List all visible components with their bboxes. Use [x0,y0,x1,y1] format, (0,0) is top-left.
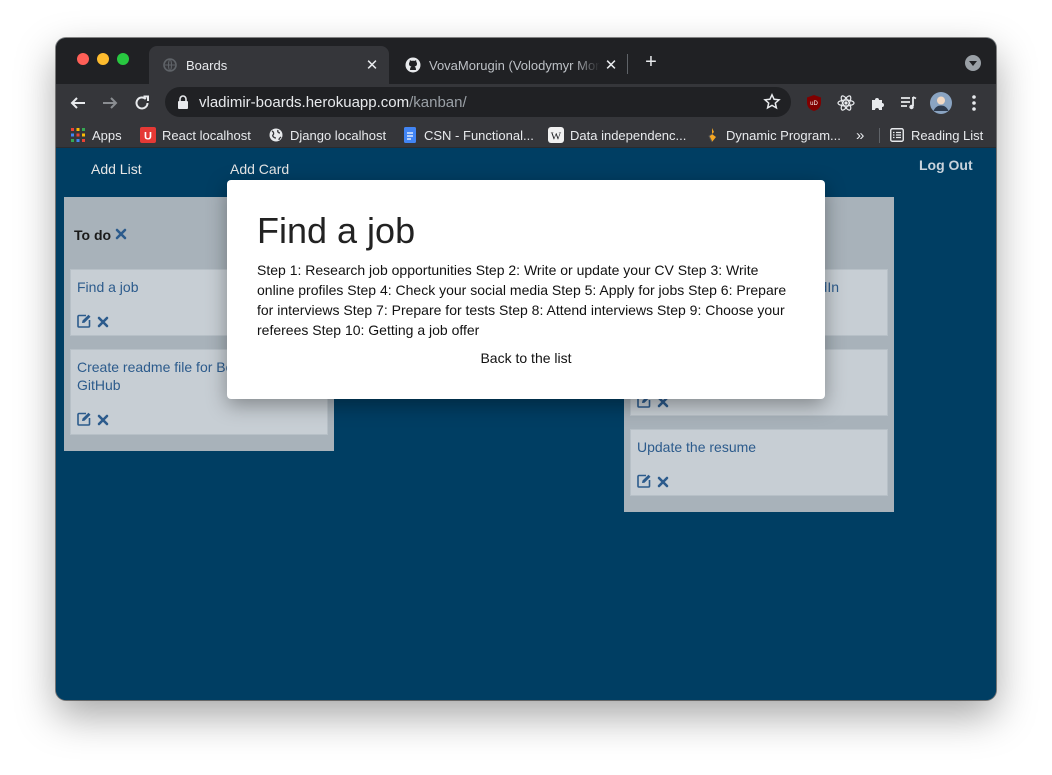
url-host: vladimir-boards.herokuapp.com [199,93,410,111]
bookmark-csn-functional[interactable]: CSN - Functional... [402,122,534,148]
lock-icon [177,95,189,109]
browser-window: Boards ✕ VovaMorugin (Volodymyr Morugin)… [56,38,996,700]
bookmarks-overflow-button[interactable]: » [856,122,864,148]
back-to-list-link[interactable]: Back to the list [227,350,825,366]
globe-icon [268,127,284,143]
tab-title: VovaMorugin (Volodymyr Morugin) [429,57,600,73]
dynamic-programming-icon [704,127,720,143]
forward-arrow-icon[interactable] [97,90,123,116]
bookmark-label: React localhost [162,127,251,143]
browser-toolbar: vladimir-boards.herokuapp.com/kanban/ uD [56,84,996,122]
globe-icon [162,57,178,73]
bookmark-star-icon[interactable] [763,93,781,116]
minimize-window-button[interactable] [97,53,109,65]
ublock-origin-icon[interactable]: uD [803,92,825,114]
new-tab-button[interactable]: + [640,51,662,73]
browser-menu-icon[interactable] [963,92,985,114]
tab-github[interactable]: VovaMorugin (Volodymyr Morugin) ✕ [392,46,628,84]
bookmark-apps[interactable]: Apps [70,122,122,148]
profile-avatar[interactable] [930,92,952,114]
docs-icon [402,127,418,143]
bookmark-label: Django localhost [290,127,387,143]
address-bar[interactable]: vladimir-boards.herokuapp.com/kanban/ [165,87,791,117]
modal-title: Find a job [257,210,416,251]
bookmark-label: CSN - Functional... [424,127,534,143]
close-window-button[interactable] [77,53,89,65]
tab-strip: Boards ✕ VovaMorugin (Volodymyr Morugin)… [56,38,996,84]
bookmark-react-localhost[interactable]: U React localhost [140,122,251,148]
reading-list-icon [889,127,905,143]
bookmark-label: Dynamic Program... [726,127,841,143]
close-tab-icon[interactable]: ✕ [600,56,622,74]
bookmark-dynamic-programming[interactable]: Dynamic Program... [704,122,841,148]
media-control-icon[interactable] [898,92,920,114]
reload-icon[interactable] [129,90,155,116]
svg-text:uD: uD [810,101,818,107]
tab-boards[interactable]: Boards ✕ [149,46,389,84]
apps-grid-icon [70,127,86,143]
reading-list-label: Reading List [911,127,984,143]
back-arrow-icon[interactable] [65,90,91,116]
wikipedia-icon: W [548,127,564,143]
bookmarks-separator [879,128,880,143]
extensions-puzzle-icon[interactable] [867,92,889,114]
kanban-page: Add List Add Card Log Out To do Find a j… [56,148,996,700]
svg-text:W: W [551,131,562,143]
maximize-window-button[interactable] [117,53,129,65]
tab-search-button[interactable] [965,55,981,71]
react-u-icon: U [140,127,156,143]
card-detail-modal: Find a job Step 1: Research job opportun… [227,180,825,399]
tab-separator [627,54,628,74]
bookmark-label: Data independenc... [570,127,687,143]
bookmarks-bar: Apps U React localhost Django localhost … [56,122,996,148]
bookmark-data-independence[interactable]: W Data independenc... [548,122,686,148]
reading-list-button[interactable]: Reading List [889,122,983,148]
overflow-chevron-icon: » [856,126,865,144]
modal-description: Step 1: Research job opportunities Step … [257,262,787,338]
svg-text:U: U [144,131,152,143]
url-path: /kanban/ [409,93,467,111]
bookmark-django-localhost[interactable]: Django localhost [268,122,386,148]
github-icon [405,57,421,73]
tab-title: Boards [186,57,228,73]
close-tab-icon[interactable]: ✕ [361,56,383,74]
react-devtools-icon[interactable] [835,92,857,114]
bookmark-label: Apps [92,127,122,143]
